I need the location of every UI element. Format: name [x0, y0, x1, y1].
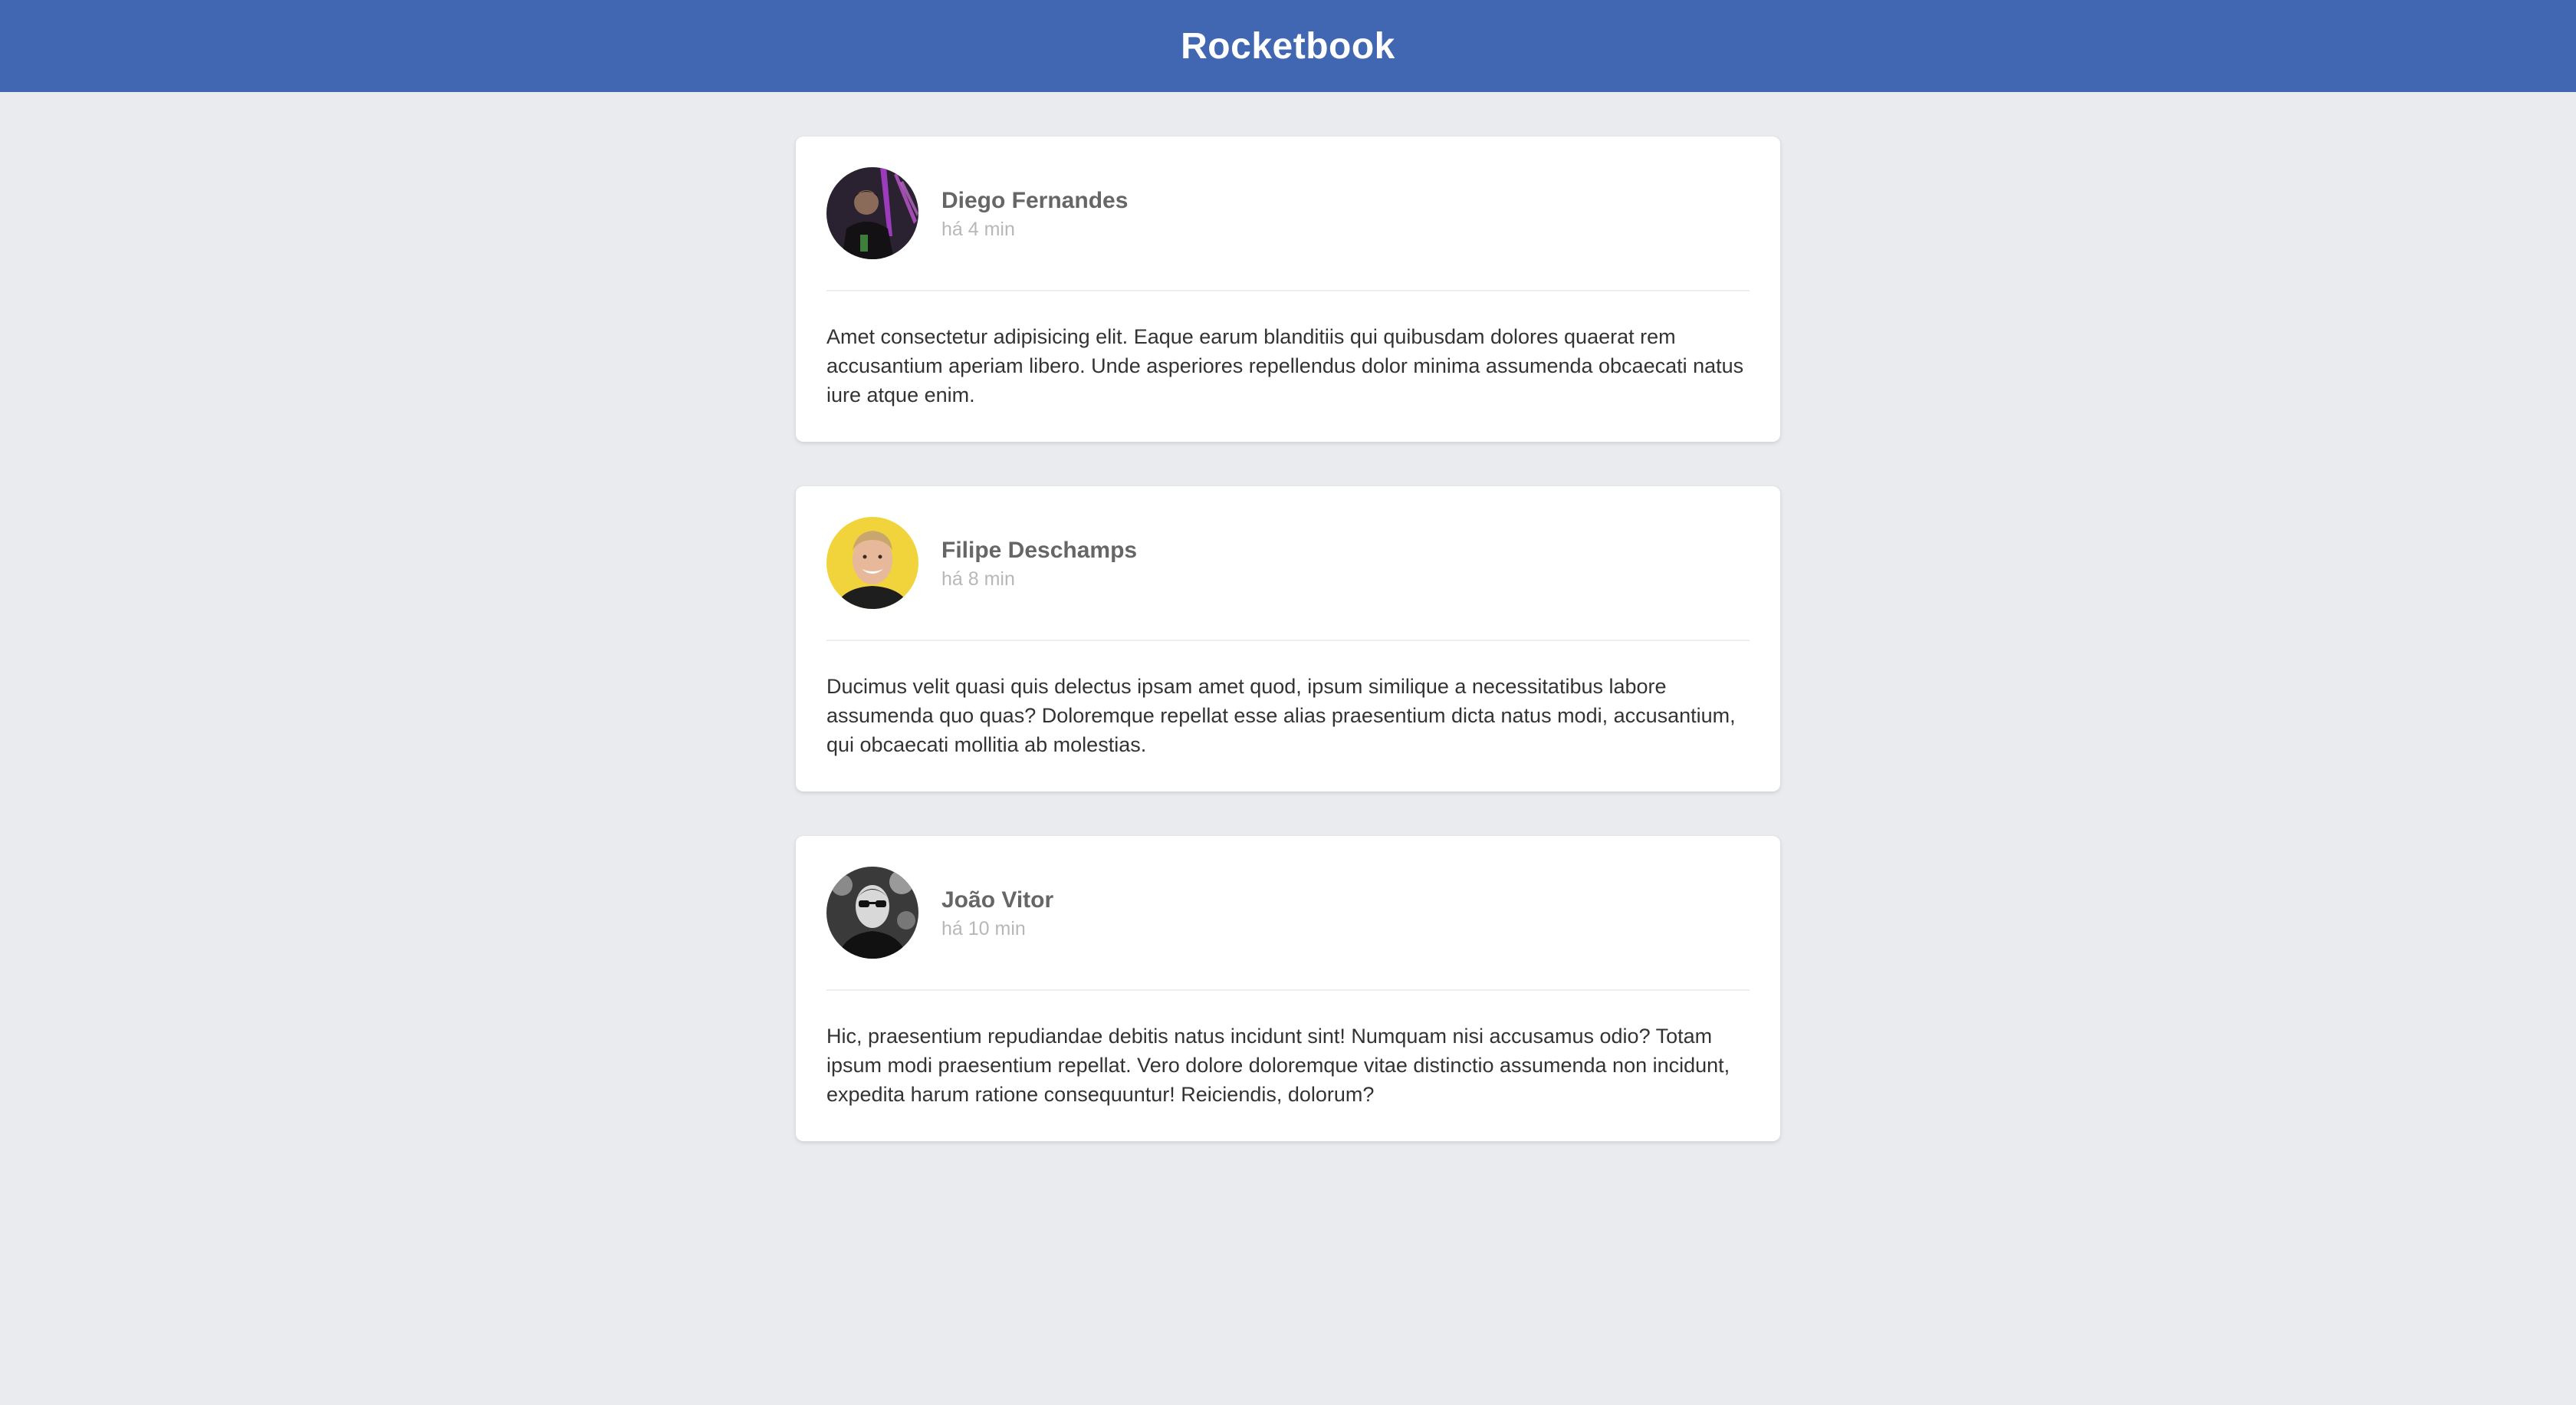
post-header: Diego Fernandes há 4 min — [826, 167, 1750, 291]
person-photo-purple-avatar-icon — [826, 167, 918, 259]
author-block: João Vitor há 10 min — [941, 886, 1053, 940]
post-content: Amet consectetur adipisicing elit. Eaque… — [826, 325, 1744, 406]
avatar[interactable] — [826, 867, 918, 959]
author-name[interactable]: João Vitor — [941, 886, 1053, 915]
post-time: há 8 min — [941, 568, 1015, 590]
post-card: Diego Fernandes há 4 min Amet consectetu… — [796, 137, 1780, 442]
author-block: Diego Fernandes há 4 min — [941, 186, 1128, 241]
post-card: João Vitor há 10 min Hic, praesentium re… — [796, 836, 1780, 1141]
post-content: Hic, praesentium repudiandae debitis nat… — [826, 1025, 1730, 1106]
post-content: Ducimus velit quasi quis delectus ipsam … — [826, 675, 1736, 756]
top-header: Rocketbook — [0, 0, 2576, 92]
person-photo-yellow-avatar-icon — [826, 517, 918, 609]
author-name[interactable]: Diego Fernandes — [941, 186, 1128, 216]
author-name[interactable]: Filipe Deschamps — [941, 536, 1137, 565]
post-header: João Vitor há 10 min — [826, 867, 1750, 991]
post-time: há 10 min — [941, 917, 1026, 939]
post-card: Filipe Deschamps há 8 min Ducimus velit … — [796, 486, 1780, 791]
author-block: Filipe Deschamps há 8 min — [941, 536, 1137, 591]
avatar[interactable] — [826, 517, 918, 609]
post-time: há 4 min — [941, 218, 1015, 240]
avatar[interactable] — [826, 167, 918, 259]
post-header: Filipe Deschamps há 8 min — [826, 517, 1750, 641]
brand-title[interactable]: Rocketbook — [1181, 25, 1395, 67]
person-photo-bw-avatar-icon — [826, 867, 918, 959]
post-feed: Diego Fernandes há 4 min Amet consectetu… — [796, 137, 1780, 1141]
